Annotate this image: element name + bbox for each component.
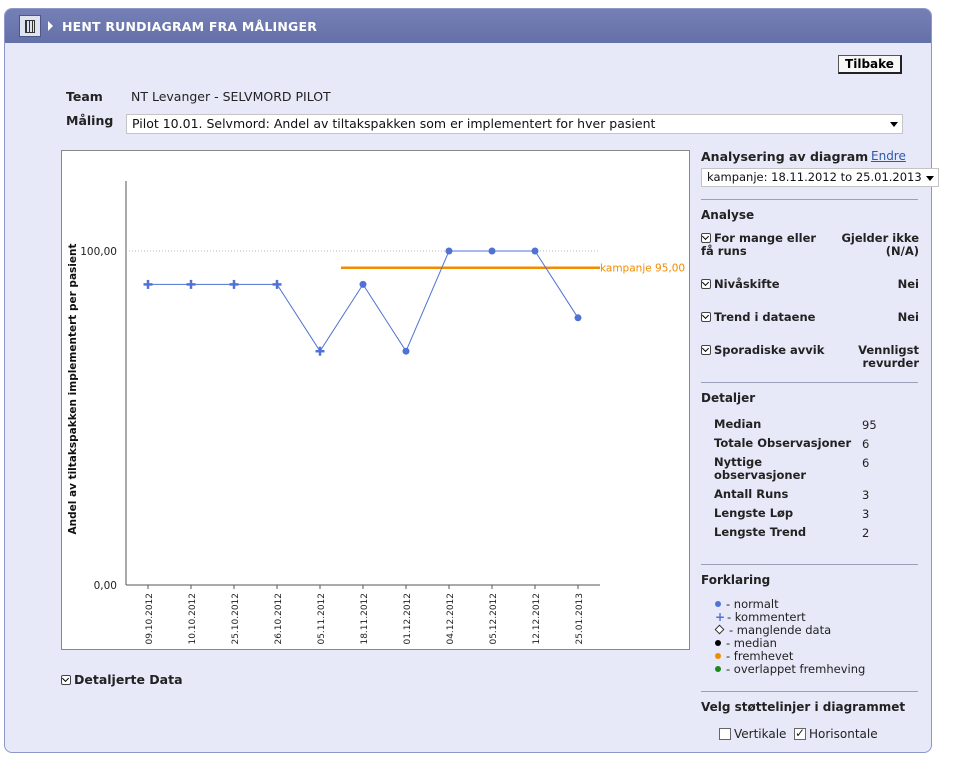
details-value: 95 xyxy=(862,418,877,432)
details-title: Detaljer xyxy=(701,391,756,405)
dot-icon xyxy=(715,653,721,659)
analysis-item-value: Vennligst revurder xyxy=(858,343,919,370)
y-tick-label: 0,00 xyxy=(94,580,117,592)
divider xyxy=(701,564,918,565)
hollow-diamond-icon xyxy=(714,624,725,635)
period-select-value: kampanje: 18.11.2012 to 25.01.2013 xyxy=(707,170,922,184)
vertical-lines-option[interactable]: Vertikale xyxy=(719,727,786,741)
measure-label: Måling xyxy=(66,113,114,128)
series-line xyxy=(148,250,579,353)
x-tick-label: 18.11.2012 xyxy=(360,593,370,645)
divider xyxy=(701,382,918,383)
x-tick-label: 25.01.2013 xyxy=(575,593,585,645)
data-point xyxy=(531,247,539,255)
chevron-down-icon xyxy=(926,176,934,181)
divider xyxy=(701,691,918,692)
x-tick-label: 05.12.2012 xyxy=(489,593,499,645)
analysis-item-value: Nei xyxy=(897,277,919,291)
analysis-item[interactable]: Nivåskifte xyxy=(701,278,831,291)
data-point-commented xyxy=(143,279,153,289)
details-label: Lengste Trend xyxy=(714,525,807,539)
data-point-commented xyxy=(315,346,325,356)
measure-select[interactable]: Pilot 10.01. Selvmord: Andel av tiltaksp… xyxy=(126,114,903,134)
cross-icon: + xyxy=(715,610,726,624)
x-tick-label: 12.12.2012 xyxy=(532,593,542,645)
data-point-commented xyxy=(229,279,239,289)
data-point xyxy=(574,314,582,322)
data-point xyxy=(359,280,367,288)
details-value: 2 xyxy=(862,526,870,540)
panel-header: HENT RUNDIAGRAM FRA MÅLINGER xyxy=(5,9,931,43)
dot-icon xyxy=(715,640,721,646)
back-button[interactable]: Tilbake xyxy=(838,55,902,74)
chevron-down-icon xyxy=(890,122,898,127)
legend-item-overlap: - overlappet fremheving xyxy=(715,663,865,675)
expand-icon xyxy=(701,279,711,289)
details-label: Nyttige observasjoner xyxy=(714,455,807,482)
details-label: Totale Observasjoner xyxy=(714,436,852,450)
legend-item-highlighted: - fremhevet xyxy=(715,650,793,662)
team-value: NT Levanger - SELVMORD PILOT xyxy=(131,89,331,104)
analysis-section-title: Analyse xyxy=(701,208,755,222)
divider xyxy=(701,199,918,200)
legend-item-median: - median xyxy=(715,637,777,649)
x-tick-label: 25.10.2012 xyxy=(231,593,241,645)
run-chart-svg: 0,00 100,00Andel av tiltakspakken impleme… xyxy=(67,181,685,645)
run-chart: 0,00 100,00 Andel av tiltakspakken impleme… xyxy=(61,150,690,650)
x-tick-label: 01.12.2012 xyxy=(403,593,413,645)
x-tick-label: 26.10.2012 xyxy=(274,593,284,645)
detailed-data-toggle[interactable]: Detaljerte Data xyxy=(61,672,183,687)
x-tick-label: 05.11.2012 xyxy=(317,593,327,645)
support-lines-title: Velg støttelinjer i diagrammet xyxy=(701,700,906,714)
x-tick-label: 09.10.2012 xyxy=(145,593,155,645)
data-point xyxy=(402,347,410,355)
horizontal-checkbox[interactable] xyxy=(794,726,806,740)
expand-icon xyxy=(61,675,71,685)
median-label: kampanje 95,00 xyxy=(600,263,685,275)
y-axis-label: Andel av tiltakspakken implementert per … xyxy=(67,243,79,534)
vertical-checkbox[interactable] xyxy=(719,728,731,740)
details-value: 3 xyxy=(862,507,870,521)
details-value: 3 xyxy=(862,488,870,502)
data-point xyxy=(445,247,453,255)
expand-icon xyxy=(701,312,711,322)
period-select[interactable]: kampanje: 18.11.2012 to 25.01.2013 xyxy=(701,168,939,187)
data-point-commented xyxy=(186,279,196,289)
analysis-item[interactable]: Sporadiske avvik xyxy=(701,344,841,357)
details-label: Lengste Løp xyxy=(714,506,794,520)
analysis-item[interactable]: Trend i dataene xyxy=(701,311,831,324)
y-tick-label: 100,00 xyxy=(80,246,117,258)
analysis-title: Analysering av diagram xyxy=(701,149,869,164)
team-label: Team xyxy=(66,89,103,104)
analysis-item-value: Gjelder ikke (N/A) xyxy=(841,231,919,258)
details-value: 6 xyxy=(862,456,870,470)
analysis-item-value: Nei xyxy=(897,310,919,324)
expand-icon xyxy=(701,233,711,243)
change-link[interactable]: Endre xyxy=(871,149,906,163)
dot-icon xyxy=(715,601,721,607)
detailed-data-label: Detaljerte Data xyxy=(74,672,183,687)
arrow-right-icon xyxy=(48,21,53,31)
legend-item-normal: - normalt xyxy=(715,598,779,610)
x-tick-label: 04.12.2012 xyxy=(446,593,456,645)
dot-icon xyxy=(715,666,721,672)
legend-item-comment: + - kommentert xyxy=(715,610,806,624)
legend-item-missing: - manglende data xyxy=(714,624,831,636)
analysis-item[interactable]: For mange eller få runs xyxy=(701,232,831,258)
building-icon xyxy=(19,15,41,37)
data-point-commented xyxy=(272,279,282,289)
x-tick-label: 10.10.2012 xyxy=(188,593,198,645)
page-title: HENT RUNDIAGRAM FRA MÅLINGER xyxy=(62,19,318,34)
data-point xyxy=(488,247,496,255)
details-label: Antall Runs xyxy=(714,487,789,501)
measure-select-value: Pilot 10.01. Selvmord: Andel av tiltaksp… xyxy=(132,116,656,131)
horizontal-lines-option[interactable]: Horisontale xyxy=(794,726,878,741)
details-value: 6 xyxy=(862,437,870,451)
expand-icon xyxy=(701,345,711,355)
legend-title: Forklaring xyxy=(701,573,771,587)
details-label: Median xyxy=(714,417,762,431)
